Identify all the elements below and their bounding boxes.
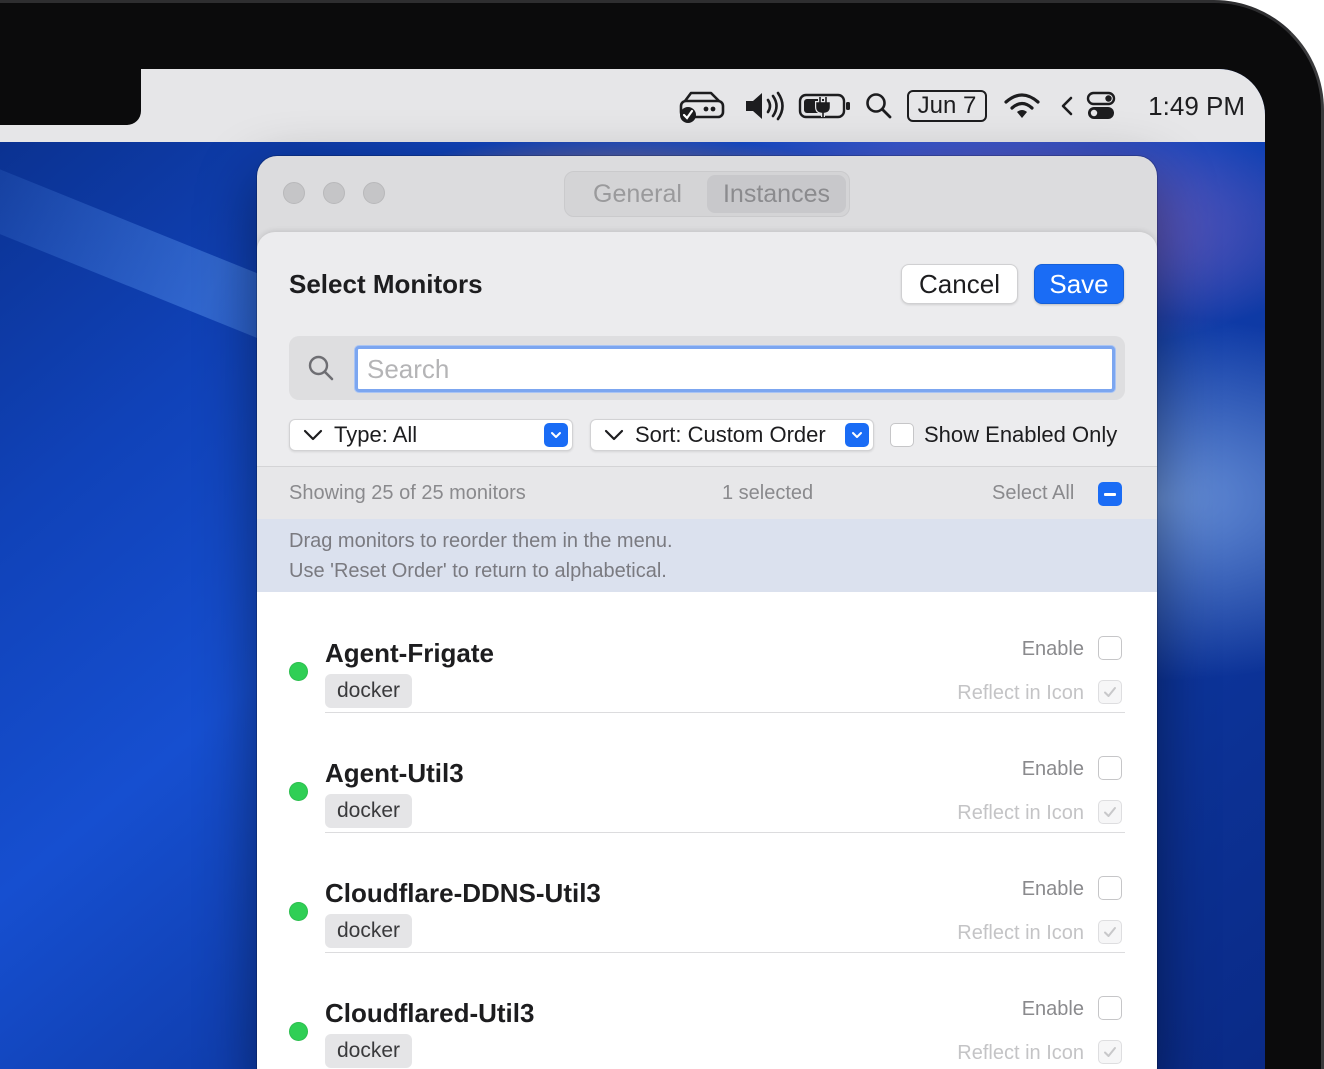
checkmark-icon <box>1104 807 1116 817</box>
show-enabled-only-checkbox[interactable] <box>890 423 914 447</box>
popup-stepper-icon <box>845 423 869 447</box>
select-all-checkbox[interactable] <box>1098 482 1122 506</box>
window-minimize-button[interactable] <box>323 182 345 204</box>
wifi-icon[interactable] <box>1003 91 1041 121</box>
selected-count-text: 1 selected <box>722 482 814 504</box>
monitor-type-tag: docker <box>325 914 413 948</box>
type-filter-popup[interactable]: Type: All <box>289 419 573 451</box>
reflect-in-icon-checkbox[interactable] <box>1098 800 1122 824</box>
monitor-row[interactable]: Cloudflare-DDNS-Util3 docker Enable Refl… <box>257 832 1157 953</box>
monitor-row[interactable]: Agent-Frigate docker Enable Reflect in I… <box>257 592 1157 713</box>
monitor-row[interactable]: Cloudflared-Util3 docker Enable Reflect … <box>257 952 1157 1069</box>
mixed-state-icon <box>1104 492 1116 496</box>
info-line-reset: Use 'Reset Order' to return to alphabeti… <box>289 560 667 582</box>
settings-window: General Instances Select Monitors Cancel… <box>257 156 1157 1069</box>
chevron-down-icon <box>604 429 624 441</box>
monitor-name: Cloudflare-DDNS-Util3 <box>325 878 601 908</box>
enable-checkbox[interactable] <box>1098 756 1122 780</box>
select-monitors-sheet: Select Monitors Cancel Save Type: All <box>257 232 1157 1069</box>
reflect-in-icon-label: Reflect in Icon <box>957 1042 1084 1064</box>
enable-label: Enable <box>1021 638 1084 660</box>
device-frame: Jun 7 1:49 PM General Instances Select M… <box>0 0 1324 1069</box>
info-line-drag: Drag monitors to reorder them in the men… <box>289 530 673 552</box>
enable-checkbox[interactable] <box>1098 996 1122 1020</box>
status-dot <box>289 1022 308 1041</box>
monitor-name: Agent-Util3 <box>325 758 464 788</box>
popup-stepper-icon <box>544 423 568 447</box>
monitor-name: Agent-Frigate <box>325 638 494 668</box>
monitor-type-tag: docker <box>325 794 413 828</box>
enable-checkbox[interactable] <box>1098 876 1122 900</box>
menubar-clock[interactable]: 1:49 PM <box>1140 91 1245 121</box>
select-all-label: Select All <box>992 482 1075 504</box>
monitor-count-text: Showing 25 of 25 monitors <box>289 482 526 504</box>
reflect-in-icon-label: Reflect in Icon <box>957 802 1084 824</box>
monitor-row[interactable]: Agent-Util3 docker Enable Reflect in Ico… <box>257 712 1157 833</box>
reflect-in-icon-checkbox[interactable] <box>1098 920 1122 944</box>
enable-label: Enable <box>1021 758 1084 780</box>
list-status-bar: Showing 25 of 25 monitors 1 selected Sel… <box>257 467 1157 519</box>
volume-icon[interactable] <box>744 91 786 121</box>
sort-order-label: Sort: Custom Order <box>635 422 826 447</box>
monitor-list: Agent-Frigate docker Enable Reflect in I… <box>257 592 1157 1069</box>
cancel-button[interactable]: Cancel <box>901 264 1018 304</box>
status-dot <box>289 902 308 921</box>
enable-checkbox[interactable] <box>1098 636 1122 660</box>
spotlight-search-icon[interactable] <box>864 91 894 121</box>
checkmark-icon <box>1104 927 1116 937</box>
control-center-icon[interactable] <box>1084 91 1118 121</box>
type-filter-label: Type: All <box>334 422 418 447</box>
checkmark-icon <box>1104 687 1116 697</box>
menubar-date[interactable]: Jun 7 <box>907 90 987 122</box>
show-enabled-only-toggle[interactable]: Show Enabled Only <box>890 422 1117 448</box>
monitor-type-tag: docker <box>325 674 413 708</box>
sort-order-popup[interactable]: Sort: Custom Order <box>590 419 874 451</box>
search-input[interactable] <box>355 346 1115 392</box>
enable-label: Enable <box>1021 878 1084 900</box>
tab-general[interactable]: General <box>568 175 707 213</box>
sheet-title: Select Monitors <box>289 269 483 299</box>
status-dot <box>289 782 308 801</box>
save-button[interactable]: Save <box>1034 264 1124 304</box>
chevron-left-icon[interactable] <box>1058 91 1076 121</box>
checkmark-icon <box>1104 1047 1116 1057</box>
monitor-status-icon[interactable] <box>676 91 728 123</box>
window-close-button[interactable] <box>283 182 305 204</box>
monitor-name: Cloudflared-Util3 <box>325 998 535 1028</box>
reflect-in-icon-checkbox[interactable] <box>1098 680 1122 704</box>
show-enabled-only-label: Show Enabled Only <box>924 422 1118 447</box>
reorder-info-banner: Drag monitors to reorder them in the men… <box>257 519 1157 592</box>
chevron-down-icon <box>303 429 323 441</box>
settings-tab-control: General Instances <box>564 171 850 217</box>
window-zoom-button[interactable] <box>363 182 385 204</box>
status-dot <box>289 662 308 681</box>
battery-charging-icon[interactable] <box>798 91 852 121</box>
monitor-type-tag: docker <box>325 1034 413 1068</box>
reflect-in-icon-checkbox[interactable] <box>1098 1040 1122 1064</box>
reflect-in-icon-label: Reflect in Icon <box>957 682 1084 704</box>
reflect-in-icon-label: Reflect in Icon <box>957 922 1084 944</box>
camera-notch <box>0 3 141 125</box>
search-field-container <box>289 336 1125 400</box>
search-icon <box>307 354 335 382</box>
enable-label: Enable <box>1021 998 1084 1020</box>
tab-instances[interactable]: Instances <box>707 175 846 213</box>
